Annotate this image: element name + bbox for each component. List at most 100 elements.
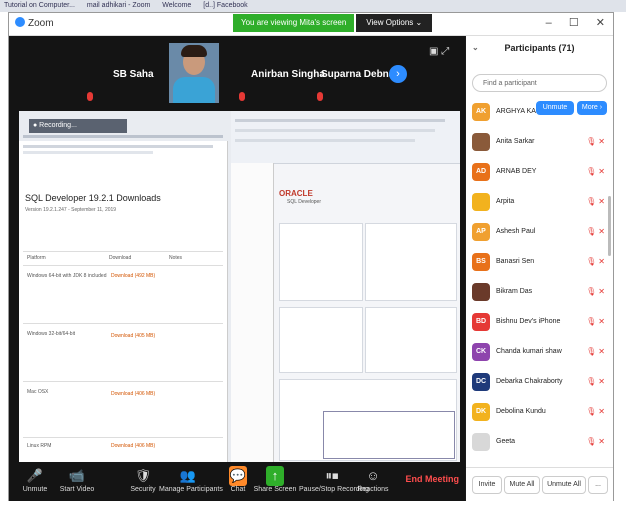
download-link[interactable]: Download (406 MB) — [111, 443, 155, 449]
table-row: Windows 32-bit/64-bit — [27, 331, 76, 337]
participant-name: Ashesh Paul — [496, 228, 536, 235]
participant-row[interactable]: AD ARNAB DEY 🎙✕ — [466, 158, 613, 188]
content-pane — [279, 223, 363, 301]
avatar: AP — [472, 223, 490, 241]
download-link[interactable]: Download (492 MB) — [111, 273, 155, 279]
muted-mic-icon — [239, 92, 245, 101]
participant-row[interactable]: DK Debolina Kundu 🎙✕ — [466, 398, 613, 428]
muted-mic-icon: 🎙✕ — [586, 137, 607, 146]
participant-name: ARNAB DEY — [496, 168, 537, 175]
browser-tab[interactable]: Welcome — [162, 2, 191, 9]
bottom-edge — [0, 501, 626, 527]
layout-toggle-icon[interactable]: ▣ ⤢ — [429, 46, 449, 57]
content-pane — [365, 307, 457, 373]
browser-tab[interactable]: [d..] Facebook — [203, 2, 247, 9]
share-screen-button[interactable]: ↑ Share Screen — [253, 466, 297, 493]
participant-search-input[interactable]: Find a participant — [472, 74, 607, 92]
content-pane — [279, 307, 363, 373]
avatar: AK — [472, 103, 490, 121]
participant-name: Arpita — [496, 198, 515, 205]
avatar: DC — [472, 373, 490, 391]
download-link[interactable]: Download (406 MB) — [111, 391, 155, 397]
participant-row[interactable]: BD Bishnu Dev's iPhone 🎙✕ — [466, 308, 613, 338]
window-controls: – ☐ ✕ — [532, 16, 605, 29]
oracle-subtitle: SQL Developer — [287, 199, 321, 205]
muted-mic-icon: 🎙✕ — [586, 287, 607, 296]
muted-mic-icon: 🎙✕ — [586, 167, 607, 176]
participant-row[interactable]: BS Banasri Sen 🎙✕ — [466, 248, 613, 278]
participant-row[interactable]: CK Chanda kumari shaw 🎙✕ — [466, 338, 613, 368]
table-row: Windows 64-bit with JDK 8 included — [27, 273, 107, 279]
muted-mic-icon: 🎙✕ — [586, 377, 607, 386]
participant-name: Debarka Chakraborty — [496, 378, 563, 385]
view-options-button[interactable]: View Options ⌄ — [356, 14, 433, 32]
shield-icon: 🛡 — [134, 468, 152, 483]
manage-participants-button[interactable]: 👥 Manage Participants — [159, 466, 223, 493]
muted-mic-icon — [87, 92, 93, 101]
avatar — [472, 433, 490, 451]
recording-indicator[interactable]: ● Recording... — [29, 119, 127, 133]
app-title: Zoom — [15, 17, 54, 29]
browser-page: SQL Developer 19.2.1 Downloads Version 1… — [19, 141, 228, 462]
participant-name: Chanda kumari shaw — [496, 348, 562, 355]
reactions-icon: ☺ — [366, 468, 380, 483]
table-row: Linux RPM — [27, 443, 52, 449]
participant-name: Geeta — [496, 438, 516, 445]
muted-mic-icon — [317, 92, 323, 101]
muted-mic-icon: 🎙✕ — [586, 317, 607, 326]
participant-row[interactable]: Arpita 🎙✕ — [466, 188, 613, 218]
mute-all-button[interactable]: Mute All — [504, 476, 540, 494]
reactions-button[interactable]: ☺ Reactions — [355, 466, 391, 493]
participant-video[interactable] — [169, 43, 219, 103]
next-page-icon[interactable]: › — [389, 65, 407, 83]
scrollbar[interactable] — [608, 196, 611, 256]
dialog-grid — [323, 411, 455, 459]
browser-tab[interactable]: Tutorial on Computer... — [4, 2, 75, 9]
viewing-banner: You are viewing Mita's screen View Optio… — [233, 14, 433, 32]
invite-button[interactable]: Invite — [472, 476, 502, 494]
panel-footer: Invite Mute All Unmute All ... — [466, 467, 613, 502]
page-title: SQL Developer 19.2.1 Downloads — [25, 193, 161, 203]
participant-row[interactable]: Geeta 🎙✕ — [466, 428, 613, 458]
participant-name: Bishnu Dev's iPhone — [496, 318, 561, 325]
participants-panel: ⌄ Participants (71) Find a participant A… — [466, 36, 613, 501]
security-button[interactable]: 🛡 Security — [123, 466, 163, 493]
app-toolbar — [231, 111, 460, 164]
participant-row[interactable]: AP Ashesh Paul 🎙✕ — [466, 218, 613, 248]
unmute-button[interactable]: 🎤 Unmute — [15, 466, 55, 493]
table-row: Mac OSX — [27, 389, 49, 395]
participant-row[interactable]: AK ARGHYA KAM... Unmute More › — [466, 98, 613, 128]
muted-mic-icon: 🎙✕ — [586, 227, 607, 236]
meeting-toolbar: 🎤 Unmute 📹 Start Video 🛡 Security 👥 Manage P… — [9, 462, 465, 501]
browser-tab-strip: Tutorial on Computer... mail adhikari - … — [0, 0, 626, 12]
chevron-down-icon[interactable]: ⌄ — [472, 36, 479, 60]
participant-name: Bikram Das — [496, 288, 533, 295]
avatar: BS — [472, 253, 490, 271]
participant-unmute-button[interactable]: Unmute — [536, 101, 574, 115]
download-link[interactable]: Download (405 MB) — [111, 333, 155, 339]
connections-panel — [231, 163, 274, 462]
end-meeting-button[interactable]: End Meeting — [406, 474, 460, 484]
muted-mic-icon: 🎙✕ — [586, 407, 607, 416]
participant-name: Anita Sarkar — [496, 138, 535, 145]
participant-more-button[interactable]: More › — [577, 101, 607, 115]
browser-tab[interactable]: mail adhikari - Zoom — [87, 2, 150, 9]
zoom-window: Zoom You are viewing Mita's screen View … — [8, 12, 614, 502]
start-video-button[interactable]: 📹 Start Video — [55, 466, 99, 493]
close-icon[interactable]: ✕ — [596, 17, 605, 29]
participant-row[interactable]: DC Debarka Chakraborty 🎙✕ — [466, 368, 613, 398]
participant-row[interactable]: Anita Sarkar 🎙✕ — [466, 128, 613, 158]
column-header: Notes — [169, 255, 183, 261]
avatar: DK — [472, 403, 490, 421]
participant-name: Debolina Kundu — [496, 408, 546, 415]
chat-button[interactable]: 💬 Chat — [223, 466, 253, 493]
maximize-icon[interactable]: ☐ — [569, 17, 579, 29]
unmute-all-button[interactable]: Unmute All — [542, 476, 586, 494]
video-camera-icon: 📹 — [68, 468, 86, 483]
minimize-icon[interactable]: – — [546, 17, 552, 29]
participant-name: Banasri Sen — [496, 258, 535, 265]
more-options-button[interactable]: ... — [588, 476, 608, 494]
muted-mic-icon: 🎙✕ — [586, 197, 607, 206]
sql-developer-window: ORACLE SQL Developer — [231, 111, 460, 462]
participant-row[interactable]: Bikram Das 🎙✕ — [466, 278, 613, 308]
